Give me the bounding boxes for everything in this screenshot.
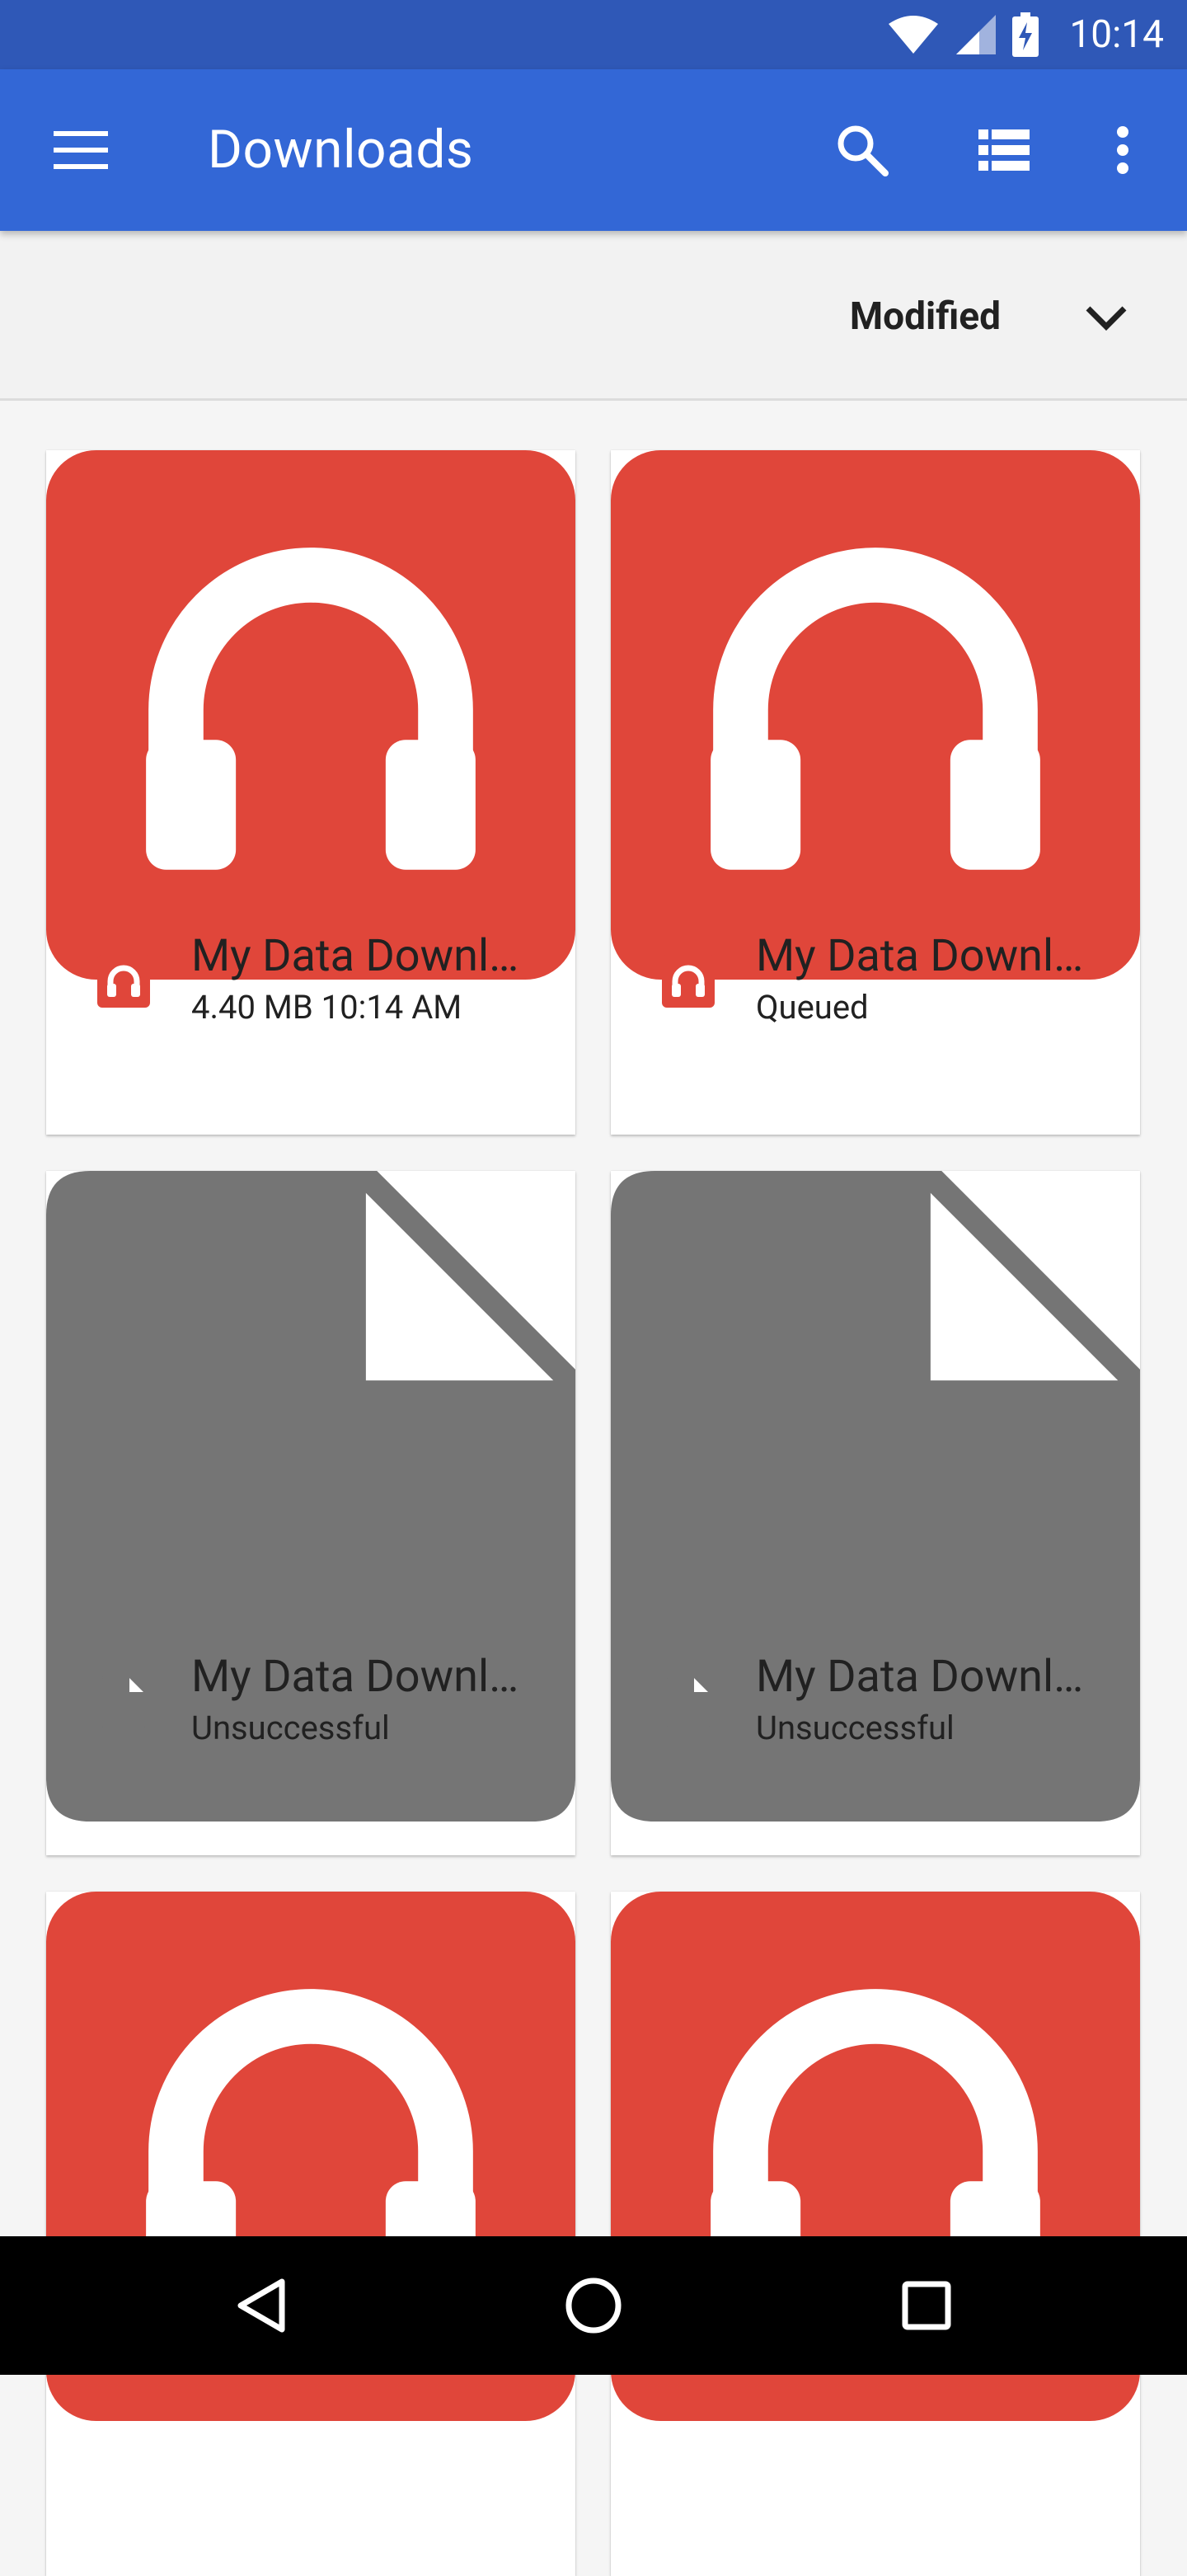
- signal-icon: [956, 15, 996, 54]
- download-card[interactable]: [46, 1892, 575, 2576]
- audio-file-icon: [97, 955, 150, 1008]
- file-name: My Data Downl…: [191, 930, 519, 982]
- download-card[interactable]: My Data Downl… Queued: [611, 450, 1140, 1135]
- file-name: My Data Downl…: [756, 930, 1084, 982]
- page-title: Downloads: [208, 119, 474, 181]
- list-view-icon[interactable]: [971, 117, 1037, 183]
- file-icon: [667, 1676, 710, 1728]
- system-nav-bar: [0, 2236, 1187, 2375]
- recents-icon[interactable]: [885, 2264, 968, 2347]
- status-icons: [887, 12, 1039, 57]
- app-bar: Downloads: [0, 69, 1187, 231]
- file-icon: [102, 1676, 145, 1728]
- battery-charging-icon: [1012, 12, 1039, 57]
- file-name: My Data Downl…: [756, 1651, 1084, 1703]
- audio-file-icon: [611, 450, 1140, 980]
- file-meta: 4.40 MB 10:14 AM: [191, 988, 462, 1027]
- chevron-down-icon[interactable]: [1081, 292, 1131, 341]
- download-card[interactable]: My Data Downl… Unsuccessful: [611, 1171, 1140, 1855]
- status-bar: 10:14: [0, 0, 1187, 69]
- download-card[interactable]: [611, 1892, 1140, 2576]
- audio-file-icon: [662, 955, 715, 1008]
- download-card[interactable]: My Data Downl… 4.40 MB 10:14 AM: [46, 450, 575, 1135]
- search-icon[interactable]: [829, 117, 895, 183]
- sort-label[interactable]: Modified: [850, 292, 1001, 341]
- home-icon[interactable]: [552, 2264, 635, 2347]
- status-time: 10:14: [1069, 12, 1164, 57]
- more-vert-icon[interactable]: [1090, 117, 1156, 183]
- file-name: My Data Downl…: [191, 1651, 519, 1703]
- file-meta: Unsuccessful: [191, 1709, 390, 1747]
- audio-file-icon: [46, 450, 575, 980]
- file-meta: Queued: [756, 988, 869, 1027]
- download-card[interactable]: My Data Downl… Unsuccessful: [46, 1171, 575, 1855]
- wifi-icon: [889, 16, 938, 54]
- file-meta: Unsuccessful: [756, 1709, 955, 1747]
- back-icon[interactable]: [219, 2264, 302, 2347]
- menu-icon[interactable]: [48, 117, 114, 183]
- sort-bar: Modified: [0, 231, 1187, 401]
